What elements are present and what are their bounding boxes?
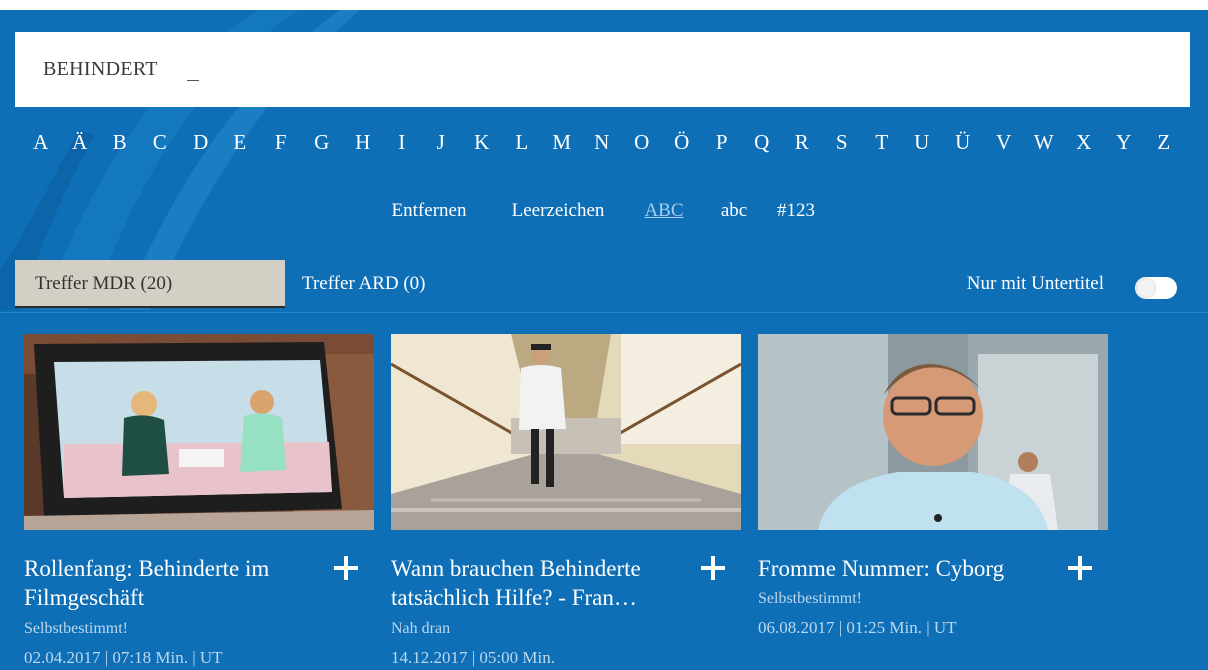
space-button[interactable]: Leerzeichen — [512, 200, 605, 222]
key-m[interactable]: M — [552, 130, 571, 155]
video-title[interactable]: Wann brauchen Behinderte tatsächlich Hil… — [391, 554, 691, 612]
divider — [0, 312, 1208, 313]
key-d[interactable]: D — [193, 130, 209, 155]
video-meta: 02.04.2017 | 07:18 Min. | UT — [24, 648, 223, 667]
key-c[interactable]: C — [153, 130, 168, 155]
search-input[interactable]: BEHINDERT — [15, 32, 1190, 107]
key-z[interactable]: Z — [1157, 130, 1170, 155]
keyboard-controls: Entfernen Leerzeichen ABC abc #123 — [0, 200, 1208, 228]
key-r[interactable]: R — [795, 130, 810, 155]
delete-button[interactable]: Entfernen — [392, 200, 467, 222]
video-meta: 06.08.2017 | 01:25 Min. | UT — [758, 618, 957, 637]
add-to-list-icon[interactable] — [334, 556, 358, 580]
key-i[interactable]: I — [398, 130, 406, 155]
tab-mdr-results[interactable]: Treffer MDR (20) — [15, 260, 285, 308]
key-t[interactable]: T — [875, 130, 888, 155]
key-u-umlaut[interactable]: Ü — [955, 130, 971, 155]
key-q[interactable]: Q — [754, 130, 770, 155]
show-name: Selbstbestimmt! — [24, 620, 128, 637]
search-query: BEHINDERT — [43, 58, 158, 80]
numbers-mode-button[interactable]: #123 — [777, 200, 815, 222]
result-card[interactable]: Rollenfang: Behinderte im Filmgeschäft S… — [24, 334, 374, 667]
key-h[interactable]: H — [355, 130, 371, 155]
key-k[interactable]: K — [474, 130, 490, 155]
show-name: Selbstbestimmt! — [758, 590, 862, 607]
top-strip — [0, 0, 1208, 10]
video-meta: 14.12.2017 | 05:00 Min. — [391, 648, 555, 667]
add-to-list-icon[interactable] — [701, 556, 725, 580]
video-thumbnail-portrait[interactable] — [758, 334, 1108, 530]
key-e[interactable]: E — [233, 130, 246, 155]
video-title[interactable]: Rollenfang: Behinderte im Filmgeschäft — [24, 554, 324, 612]
key-s[interactable]: S — [836, 130, 848, 155]
key-w[interactable]: W — [1034, 130, 1054, 155]
key-b[interactable]: B — [113, 130, 128, 155]
toggle-knob — [1137, 279, 1155, 297]
key-v[interactable]: V — [996, 130, 1012, 155]
result-tabs: Treffer MDR (20) Treffer ARD (0) Nur mit… — [0, 260, 1208, 308]
show-name: Nah dran — [391, 620, 451, 637]
video-thumbnail-laptop[interactable] — [24, 334, 374, 530]
add-to-list-icon[interactable] — [1068, 556, 1092, 580]
key-o-umlaut[interactable]: Ö — [674, 130, 690, 155]
key-u[interactable]: U — [914, 130, 930, 155]
key-o[interactable]: O — [634, 130, 650, 155]
key-f[interactable]: F — [275, 130, 287, 155]
text-cursor — [187, 60, 199, 81]
key-g[interactable]: G — [314, 130, 330, 155]
video-thumbnail-stairs[interactable] — [391, 334, 741, 530]
key-x[interactable]: X — [1076, 130, 1092, 155]
key-y[interactable]: Y — [1116, 130, 1132, 155]
lowercase-mode-button[interactable]: abc — [721, 200, 747, 222]
key-a-umlaut[interactable]: Ä — [72, 130, 88, 155]
result-card[interactable]: Wann brauchen Behinderte tatsächlich Hil… — [391, 334, 741, 667]
key-a[interactable]: A — [33, 130, 49, 155]
uppercase-mode-button[interactable]: ABC — [644, 200, 683, 222]
video-title[interactable]: Fromme Nummer: Cyborg — [758, 554, 1058, 583]
key-n[interactable]: N — [594, 130, 610, 155]
result-card[interactable]: Fromme Nummer: Cyborg Selbstbestimmt! 06… — [758, 334, 1108, 637]
on-screen-keyboard-letters: A Ä B C D E F G H I J K L M N O Ö P Q R … — [0, 130, 1208, 160]
key-l[interactable]: L — [515, 130, 528, 155]
key-p[interactable]: P — [716, 130, 728, 155]
key-j[interactable]: J — [437, 130, 446, 155]
subtitle-filter-label: Nur mit Untertitel — [966, 273, 1104, 294]
tab-ard-results[interactable]: Treffer ARD (0) — [302, 260, 426, 308]
subtitle-filter-toggle[interactable] — [1135, 277, 1177, 299]
